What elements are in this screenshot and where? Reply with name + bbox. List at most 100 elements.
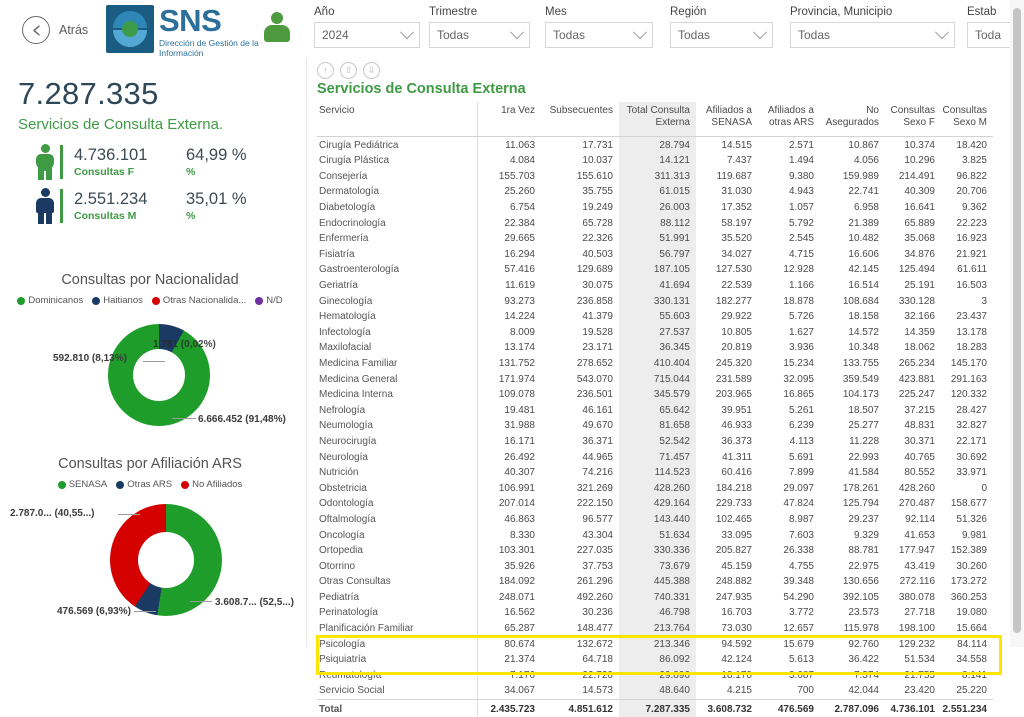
- cell-no-asegurados: 23.573: [848, 607, 879, 619]
- legend-item-senasa[interactable]: SENASA: [57, 479, 107, 490]
- filter-trimestre-select[interactable]: Todas: [429, 22, 530, 48]
- cell-servicio: Cirugía Pediátrica: [319, 139, 399, 151]
- filter-provincia-select[interactable]: Todas: [790, 22, 955, 48]
- expand-all-icon[interactable]: ⇧: [340, 62, 357, 79]
- back-button[interactable]: Atrás: [22, 16, 88, 44]
- table-row[interactable]: Medicina Interna 109.078 236.501 345.579 203…: [317, 386, 993, 403]
- chevron-down-icon: [934, 25, 950, 40]
- table-row[interactable]: Medicina Familiar 131.752 278.652 410.404 24…: [317, 355, 993, 372]
- table-row[interactable]: Infectología 8.009 19.528 27.537 10.805 1.627…: [317, 324, 993, 341]
- table-row[interactable]: Hematología 14.224 41.379 55.603 29.922 5.726…: [317, 308, 993, 325]
- cell-consultas-sexo-m: 20.706: [956, 186, 987, 198]
- table-row[interactable]: Otras Consultas 184.092 261.296 445.388 248.…: [317, 574, 993, 590]
- page-scrollbar-thumb[interactable]: [1013, 8, 1021, 633]
- table-row[interactable]: Fisiatría 16.294 40.503 56.797 34.027 4.715 16…: [317, 246, 993, 263]
- cell-afiliados-senasa: 94.592: [721, 638, 752, 650]
- table-row[interactable]: Endocrinología 22.384 65.728 88.112 58.197 5.…: [317, 215, 993, 231]
- table-row[interactable]: Odontología 207.014 222.150 429.164 229.733 4…: [317, 496, 993, 512]
- column-header-servicio[interactable]: Servicio: [317, 102, 477, 138]
- chart-2-plot[interactable]: 2.787.0... (40,55...) 476.569 (6,93%) 3.…: [0, 490, 300, 625]
- table-row[interactable]: Psiquiatría 21.374 64.718 86.092 42.124 5.613…: [317, 651, 993, 668]
- table-row[interactable]: Nefrología 19.481 46.161 65.642 39.951 5.261 1…: [317, 402, 993, 419]
- female-percent-value: 64,99 %: [186, 145, 247, 164]
- table-row[interactable]: Enfermería 29.665 22.326 51.991 35.520 2.545 1…: [317, 230, 993, 247]
- cell-1ra-vez: 248.071: [476, 589, 541, 606]
- legend-item-dominicanos[interactable]: Dominicanos: [17, 295, 83, 306]
- column-header-afiliados-senasa[interactable]: Afiliados a SENASA: [696, 102, 758, 138]
- column-header-1ra-vez[interactable]: 1ra Vez: [476, 102, 541, 138]
- filter-mes-select[interactable]: Todas: [545, 22, 653, 48]
- drill-down-icon[interactable]: ⇩: [363, 62, 380, 79]
- table-row[interactable]: Oncología 8.330 43.304 51.634 33.095 7.603 9.3…: [317, 527, 993, 543]
- cell-subsecuentes: 10.037: [582, 155, 613, 167]
- table-row[interactable]: Dermatología 25.260 35.755 61.015 31.030 4.94…: [317, 184, 993, 200]
- table-row[interactable]: Servicio Social 34.067 14.573 48.640 4.215 70…: [317, 683, 993, 700]
- table-row[interactable]: Psicología 80.674 132.672 213.346 94.592 15.6…: [317, 636, 993, 652]
- table-row[interactable]: Consejería 155.703 155.610 311.313 119.687 9.…: [317, 168, 993, 185]
- cell-subsecuentes: 96.577: [582, 513, 613, 525]
- filter-trimestre: Trimestre Todas: [429, 6, 530, 48]
- filter-ano-select[interactable]: 2024: [314, 22, 420, 48]
- filter-establecimiento-select[interactable]: Toda: [967, 22, 1016, 48]
- cell-consultas-sexo-f: 129.232: [898, 638, 935, 650]
- column-header-subsecuentes[interactable]: Subsecuentes: [541, 102, 619, 138]
- table-row[interactable]: Reumatología 7.176 22.720 29.896 18.170 3.687…: [317, 667, 993, 684]
- cell-afiliados-senasa: 14.515: [721, 139, 752, 151]
- cell-total-consulta-externa: 26.003: [619, 199, 696, 216]
- cell-total-consulta-externa: 65.642: [619, 402, 696, 419]
- filter-region-label: Región: [670, 6, 707, 18]
- cell-consultas-sexo-m: 19.080: [956, 607, 987, 619]
- cell-afiliados-senasa: 182.277: [715, 295, 752, 307]
- cell-consultas-sexo-m: 291.163: [950, 373, 987, 385]
- table-row[interactable]: Pediatría 248.071 492.260 740.331 247.935 54.…: [317, 589, 993, 606]
- table-row[interactable]: Ortopedia 103.301 227.035 330.336 205.827 26.…: [317, 542, 993, 559]
- filter-region-select[interactable]: Todas: [670, 22, 773, 48]
- table-row[interactable]: Perinatología 16.562 30.236 46.798 16.703 3.7…: [317, 605, 993, 621]
- table-row[interactable]: Ginecología 93.273 236.858 330.131 182.277 18…: [317, 293, 993, 309]
- table-row[interactable]: Geriatría 11.619 30.075 41.694 22.539 1.166 16…: [317, 277, 993, 294]
- table-row[interactable]: Diabetología 6.754 19.249 26.003 17.352 1.057…: [317, 199, 993, 216]
- cell-afiliados-senasa: 245.320: [715, 357, 752, 369]
- table-row[interactable]: Planificación Familiar 65.287 148.477 213.7…: [317, 620, 993, 637]
- legend-item-haitianos[interactable]: Haitianos: [92, 295, 143, 306]
- cell-afiliados-senasa: 119.687: [716, 170, 752, 182]
- column-header-total-consulta-externa[interactable]: Total Consulta Externa: [619, 102, 696, 138]
- column-header-no-asegurados[interactable]: No Asegurados: [820, 102, 885, 138]
- user-avatar-icon[interactable]: [262, 12, 292, 44]
- services-table: Servicio 1ra Vez Subsecuentes Total Cons…: [317, 102, 993, 717]
- table-row[interactable]: Oftalmología 46.863 96.577 143.440 102.465 8.…: [317, 511, 993, 528]
- chart-2-title: Consultas por Afiliación ARS: [58, 456, 242, 472]
- table-row[interactable]: Cirugía Pediátrica 11.063 17.731 28.794 14.5…: [317, 136, 993, 153]
- cell-afiliados-otras-ars: 12.657: [783, 623, 814, 635]
- column-header-afiliados-otras-ars[interactable]: Afiliados a otras ARS: [758, 102, 820, 138]
- cell-afiliados-otras-ars: 9.380: [788, 170, 814, 182]
- column-header-consultas-sexo-f[interactable]: Consultas Sexo F: [885, 102, 941, 138]
- cell-consultas-sexo-m: 3: [981, 295, 987, 307]
- cell-total-consulta-externa: 428.260: [619, 480, 696, 497]
- table-row[interactable]: Neurocirugía 16.171 36.371 52.542 36.373 4.11…: [317, 433, 993, 450]
- table-row[interactable]: Obstetricia 106.991 321.269 428.260 184.218 2…: [317, 480, 993, 497]
- table-row[interactable]: Otorrino 35.926 37.753 73.679 45.159 4.755 22.…: [317, 558, 993, 574]
- table-row[interactable]: Medicina General 171.974 543.070 715.044 231…: [317, 371, 993, 387]
- table-row[interactable]: Nutrición 40.307 74.216 114.523 60.416 7.899 4…: [317, 464, 993, 481]
- total-subsecuentes: 4.851.612: [541, 698, 619, 717]
- column-header-consultas-sexo-m[interactable]: Consultas Sexo M: [941, 102, 993, 138]
- page-scrollbar[interactable]: [1010, 0, 1024, 647]
- table-row[interactable]: Neumología 31.988 49.670 81.658 46.933 6.239 2…: [317, 418, 993, 434]
- cell-consultas-sexo-f: 177.947: [898, 545, 935, 557]
- legend-item-nd[interactable]: N/D: [255, 295, 283, 306]
- cell-afiliados-otras-ars: 2.545: [788, 233, 814, 245]
- cell-afiliados-senasa: 18.170: [721, 669, 752, 681]
- legend-item-otras-nacionalidades[interactable]: Otras Nacionalida...: [151, 295, 246, 306]
- table-row[interactable]: Gastroenterología 57.416 129.689 187.105 127…: [317, 262, 993, 278]
- legend-item-no-afiliados[interactable]: No Afiliados: [181, 479, 242, 490]
- chart-1-plot[interactable]: 592.810 (8,13%) 1.781 (0,02%) 6.666.452 …: [0, 306, 300, 438]
- cell-consultas-sexo-f: 265.234: [898, 357, 935, 369]
- legend-item-otras-ars[interactable]: Otras ARS: [116, 479, 172, 490]
- table-row[interactable]: Neurología 26.492 44.965 71.457 41.311 5.691 2…: [317, 449, 993, 465]
- drill-up-icon[interactable]: ↑: [317, 62, 334, 79]
- table-row[interactable]: Cirugía Plástica 4.084 10.037 14.121 7.437 1.…: [317, 152, 993, 169]
- table-row[interactable]: Maxilofacial 13.174 23.171 36.345 20.819 3.93…: [317, 340, 993, 356]
- filter-provincia-municipio: Provincia, Municipio Todas: [790, 6, 955, 48]
- legend-color-swatch: [17, 296, 26, 305]
